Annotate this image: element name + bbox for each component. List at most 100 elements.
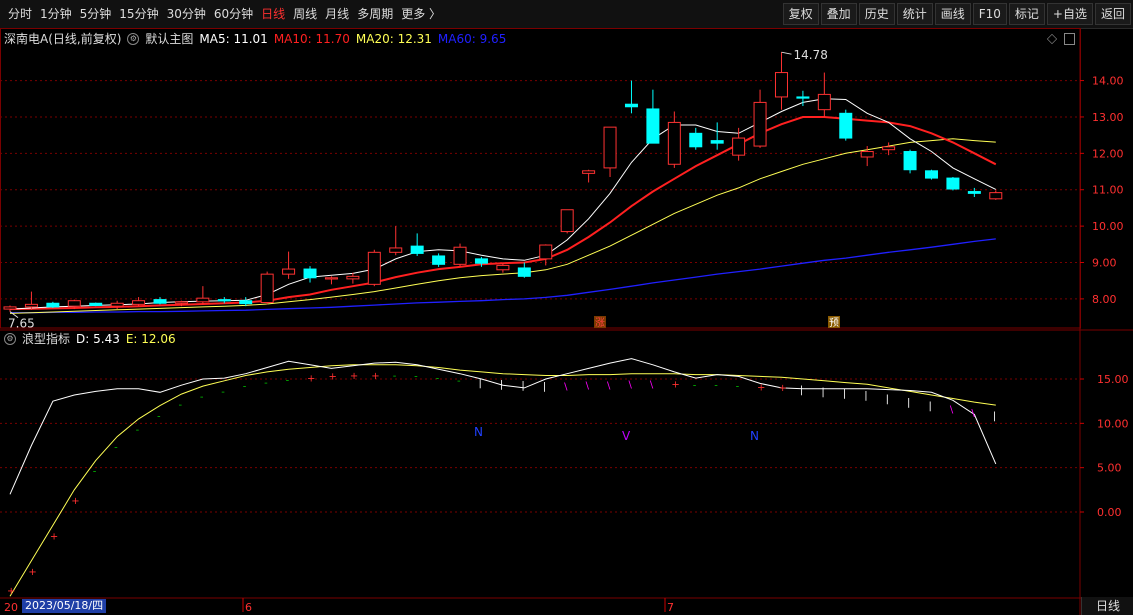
wave-marker: + (50, 531, 58, 542)
toolbar-button-0[interactable]: 复权 (782, 3, 819, 25)
toolbar-button-1[interactable]: 叠加 (820, 3, 857, 25)
price-tick-label: 13.00 (1092, 111, 1124, 124)
candle (710, 122, 724, 150)
candle-up (260, 273, 274, 304)
candle (3, 305, 17, 312)
candle (646, 89, 660, 144)
e-value: E: 12.06 (125, 332, 176, 346)
period-tab-10[interactable]: 更多 〉 (397, 4, 445, 24)
candle (989, 190, 1003, 200)
settings-circle-icon[interactable]: ⚙ (4, 333, 16, 345)
candle-up (882, 146, 896, 151)
wave-marker: - (114, 443, 118, 454)
kline-chart[interactable]: + + + + - - - - - - - - - - + + + + - - - - | | | | \ \ \ \ \ + - - - + + | | |… (0, 28, 1133, 615)
wave-marker: - (200, 392, 204, 403)
wave-marker: - (436, 373, 440, 384)
candle-down (303, 268, 317, 279)
period-tab-3[interactable]: 15分钟 (115, 4, 162, 24)
month-6-label: 6 (245, 601, 252, 614)
wave-marker: - (286, 375, 290, 386)
candle-up (774, 72, 788, 98)
price-tick-label: 14.00 (1092, 75, 1124, 88)
toolbar-button-6[interactable]: 标记 (1008, 3, 1045, 25)
ma10-line (9, 116, 997, 311)
toolbar-button-8[interactable]: 返回 (1094, 3, 1131, 25)
candle-up (732, 137, 746, 156)
period-tab-8[interactable]: 月线 (321, 4, 353, 24)
toolbar-button-2[interactable]: 历史 (858, 3, 895, 25)
candle-down (796, 96, 810, 99)
candle (132, 297, 146, 307)
candle-up (667, 121, 681, 165)
candle (560, 209, 574, 234)
wave-marker: - (736, 381, 740, 392)
period-tab-5[interactable]: 60分钟 (210, 4, 257, 24)
wave-marker: | (543, 381, 546, 392)
candle-up (603, 126, 617, 169)
ma60-value: MA60: 9.65 (437, 32, 507, 46)
wave-marker: - (714, 381, 718, 392)
price-tick-label: 9.00 (1092, 257, 1117, 270)
ma20-value: MA20: 12.31 (355, 32, 432, 46)
period-tab-6[interactable]: 日线 (257, 4, 289, 24)
candle-down (624, 103, 638, 108)
sub-indicator-name[interactable]: 浪型指标 (22, 330, 70, 348)
wave-marker: - (414, 372, 418, 383)
candle-down (646, 108, 660, 144)
stock-name[interactable]: 深南电A(日线,前复权) (4, 30, 121, 48)
wave-marker: | (521, 381, 524, 392)
candle-up (582, 170, 596, 174)
signal-yu: 预 (829, 317, 839, 329)
window-icon[interactable] (1064, 33, 1075, 45)
candle-up (539, 244, 553, 260)
wave-marker: \ (586, 381, 590, 392)
x-axis-stub: 20 (4, 601, 18, 614)
main-indicator-name[interactable]: 默认主图 (145, 30, 193, 48)
period-tab-0[interactable]: 分时 (4, 4, 36, 24)
wave-marker: | (800, 385, 803, 396)
sub-legend: ⚙ 浪型指标 D: 5.43 E: 12.06 (4, 330, 182, 348)
wave-marker: \ (607, 381, 611, 392)
candle-down (903, 151, 917, 171)
price-tick-label: 10.00 (1092, 220, 1124, 233)
period-tab-9[interactable]: 多周期 (353, 4, 397, 24)
period-tab-4[interactable]: 30分钟 (163, 4, 210, 24)
period-tabs: 分时 1分钟 5分钟 15分钟 30分钟 60分钟 日线 周线 月线 多周期 更多 〉 (4, 0, 445, 28)
candle-up (174, 301, 188, 304)
bottom-period-tab[interactable]: 日线 (1081, 597, 1133, 615)
high-price-label: 14.78 (793, 48, 827, 62)
candle-up (860, 151, 874, 158)
candle-up (324, 277, 338, 280)
wave-marker: - (178, 400, 182, 411)
candle (667, 111, 681, 168)
settings-circle-icon[interactable]: ⚙ (127, 33, 140, 45)
candle-down (410, 245, 424, 254)
period-tab-7[interactable]: 周线 (289, 4, 321, 24)
ma10-value: MA10: 11.70 (273, 32, 350, 46)
wave-n-label: N (474, 425, 483, 439)
period-tab-1[interactable]: 1分钟 (36, 4, 76, 24)
candle-down (839, 112, 853, 139)
period-tab-2[interactable]: 5分钟 (76, 4, 116, 24)
wave-marker: | (821, 387, 824, 398)
toolbar-button-3[interactable]: 统计 (896, 3, 933, 25)
candle (903, 149, 917, 174)
wave-marker: \ (971, 408, 975, 419)
candle-up (560, 209, 574, 233)
candle-up (3, 306, 17, 310)
candle (753, 89, 767, 148)
candle (924, 169, 938, 180)
toolbar-button-7[interactable]: +自选 (1046, 3, 1093, 25)
candle-up (817, 93, 831, 111)
toolbar-button-4[interactable]: 画线 (934, 3, 971, 25)
candle (839, 109, 853, 141)
candle (303, 266, 317, 283)
signal-zhang: 涨 (595, 317, 605, 329)
wave-marker: + (28, 567, 36, 578)
candle (89, 302, 103, 307)
wave-marker: \ (564, 381, 568, 392)
candle-down (239, 300, 253, 305)
candle-down (689, 132, 703, 148)
toolbar-button-5[interactable]: F10 (972, 3, 1007, 25)
high-pointer (781, 51, 792, 55)
